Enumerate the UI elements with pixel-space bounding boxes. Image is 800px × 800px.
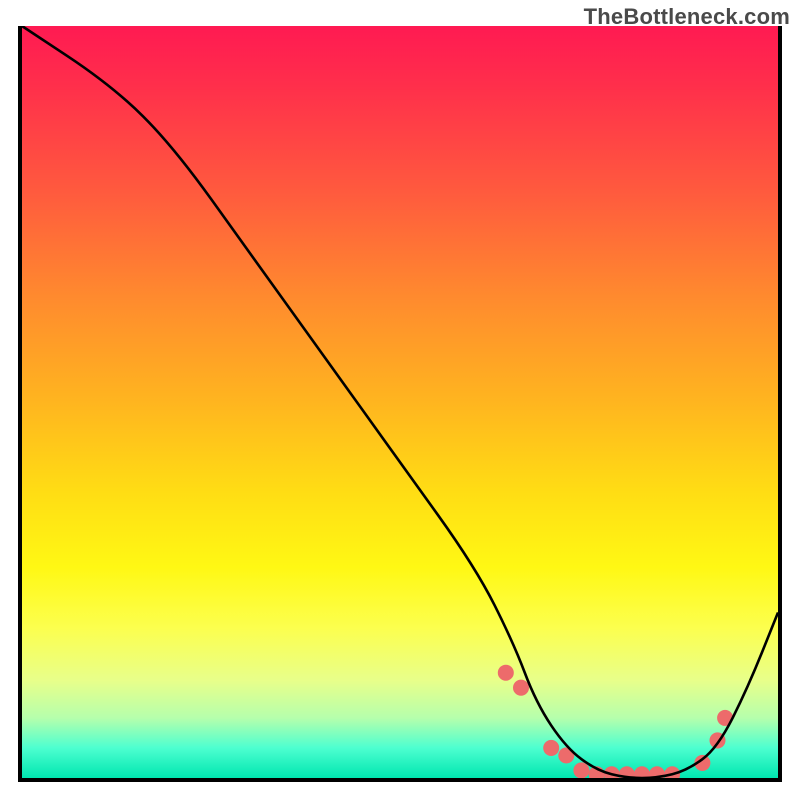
plot-area xyxy=(18,26,782,782)
marker-dot xyxy=(513,680,529,696)
marker-dot xyxy=(573,762,589,778)
curve-path xyxy=(22,26,778,778)
marker-dot xyxy=(498,665,514,681)
marker-dot xyxy=(543,740,559,756)
marker-dot xyxy=(634,766,650,778)
chart-svg xyxy=(22,26,778,778)
chart-container: TheBottleneck.com xyxy=(0,0,800,800)
watermark-label: TheBottleneck.com xyxy=(584,4,790,30)
